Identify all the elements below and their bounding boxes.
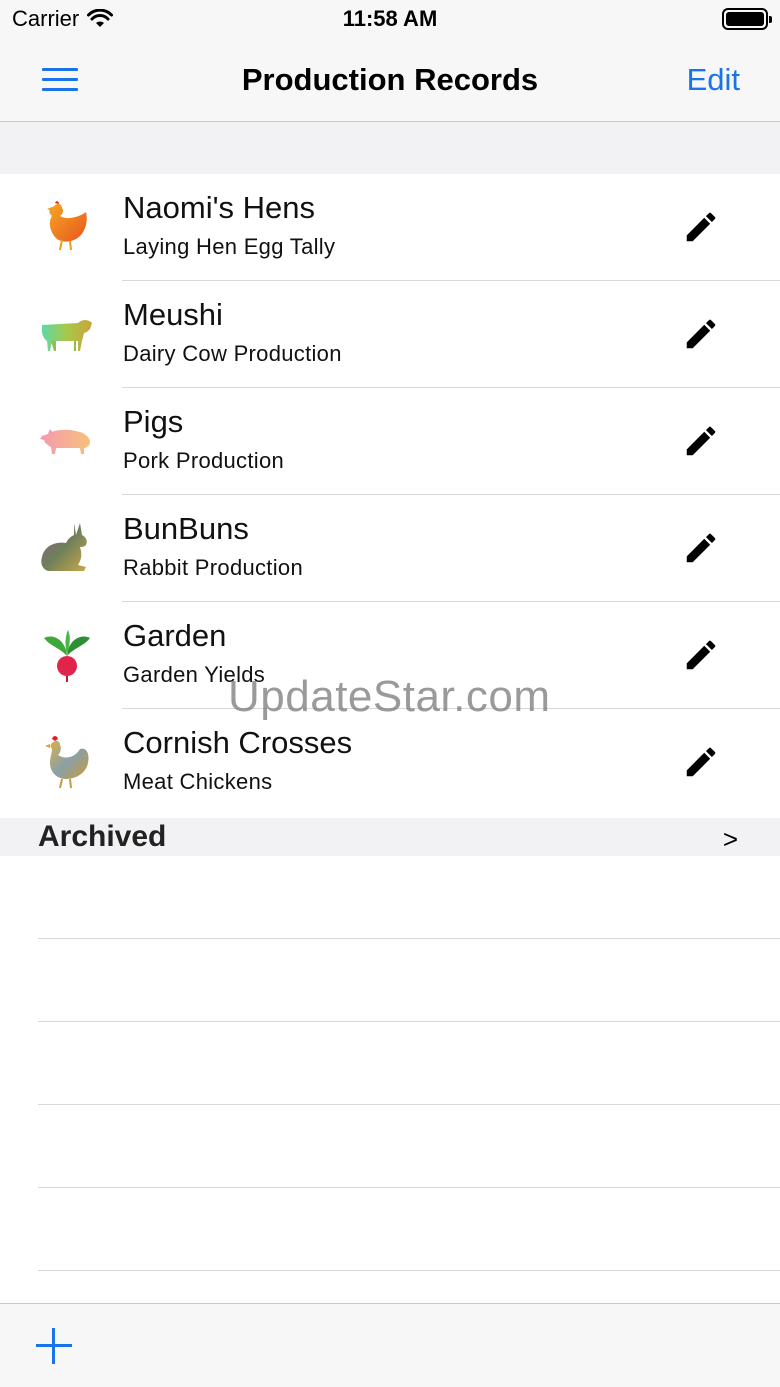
menu-button[interactable]: [42, 68, 78, 92]
record-name: Garden: [123, 618, 227, 653]
pencil-icon[interactable]: [682, 315, 720, 353]
record-subtitle: Pork Production: [123, 448, 285, 473]
add-record-button[interactable]: [36, 1328, 72, 1364]
radish-icon: [44, 630, 90, 682]
pencil-icon[interactable]: [682, 743, 720, 781]
empty-row: [38, 939, 780, 1022]
record-row-pigs[interactable]: Pigs Pork Production: [0, 388, 780, 495]
record-subtitle: Garden Yields: [123, 662, 266, 687]
record-subtitle: Laying Hen Egg Tally: [123, 234, 336, 259]
pencil-icon[interactable]: [682, 208, 720, 246]
record-name: Naomi's Hens: [123, 190, 315, 225]
bottom-toolbar: [0, 1303, 780, 1387]
empty-row: [38, 1105, 780, 1188]
record-subtitle: Dairy Cow Production: [123, 341, 342, 366]
rabbit-icon: [41, 523, 87, 571]
archived-label: Archived: [38, 820, 167, 853]
pencil-icon[interactable]: [682, 422, 720, 460]
record-row-garden[interactable]: Garden Garden Yields: [0, 602, 780, 709]
record-row-cornish-crosses[interactable]: Cornish Crosses Meat Chickens: [0, 709, 780, 816]
archived-list: [0, 856, 780, 1271]
battery-icon: [722, 8, 772, 30]
record-name: Meushi: [123, 297, 223, 332]
hen-icon: [47, 201, 87, 251]
cow-icon: [42, 320, 92, 351]
empty-row: [38, 1022, 780, 1105]
record-row-meushi[interactable]: Meushi Dairy Cow Production: [0, 281, 780, 388]
record-row-bunbuns[interactable]: BunBuns Rabbit Production: [0, 495, 780, 602]
navigation-bar: Production Records Edit: [0, 40, 780, 122]
empty-row: [38, 1188, 780, 1271]
archived-section-header[interactable]: Archived >: [0, 818, 780, 856]
empty-row: [38, 856, 780, 939]
pig-icon: [40, 429, 90, 454]
record-subtitle: Meat Chickens: [123, 769, 273, 794]
record-row-naomis-hens[interactable]: Naomi's Hens Laying Hen Egg Tally: [0, 174, 780, 281]
records-list: Naomi's Hens Laying Hen Egg Tally Meushi…: [0, 174, 780, 816]
record-name: Cornish Crosses: [123, 725, 353, 760]
record-name: Pigs: [123, 404, 184, 439]
pencil-icon[interactable]: [682, 529, 720, 567]
edit-button[interactable]: Edit: [687, 62, 740, 98]
rooster-icon: [45, 736, 89, 789]
chevron-right-icon: >: [722, 824, 738, 854]
page-title: Production Records: [241, 62, 539, 97]
status-bar: Carrier 11:58 AM: [0, 0, 780, 40]
section-spacer: [0, 122, 780, 174]
pencil-icon[interactable]: [682, 636, 720, 674]
record-subtitle: Rabbit Production: [123, 555, 303, 580]
status-time: 11:58 AM: [342, 6, 438, 31]
record-name: BunBuns: [123, 511, 249, 546]
